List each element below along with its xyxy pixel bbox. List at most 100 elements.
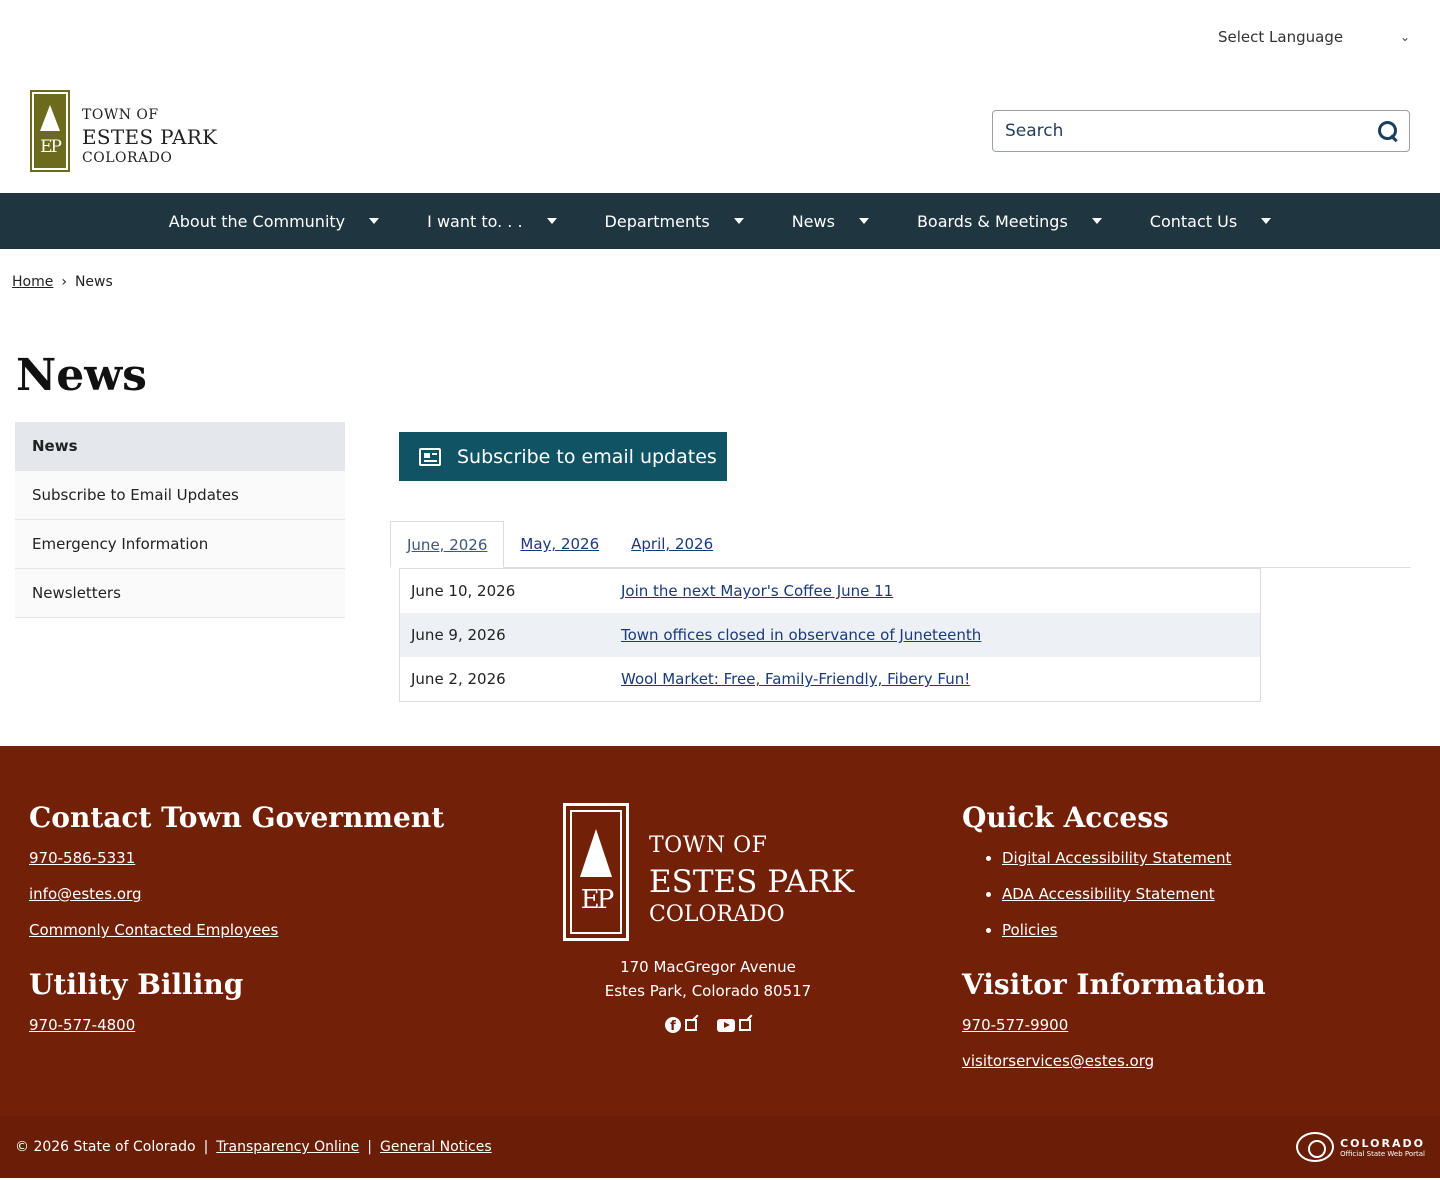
subscribe-button[interactable]: Subscribe to email updates [399,432,727,481]
logo-mark: EP [30,90,70,172]
news-date: June 2, 2026 [411,670,506,688]
footer-logo-mark: EP [563,803,629,941]
tab-april-2026[interactable]: April, 2026 [615,521,729,567]
nav-item-label: I want to. . . [427,211,523,231]
facebook-link[interactable]: f [665,1017,697,1033]
logo-line-1: TOWN OF [82,107,159,123]
quick-access-heading: Quick Access [962,801,1169,834]
list-item: Digital Accessibility Statement [1002,840,1422,876]
breadcrumb-separator: › [61,274,67,290]
general-notices-link[interactable]: General Notices [380,1139,492,1155]
table-row: June 2, 2026 Wool Market: Free, Family-F… [400,657,1260,701]
caret-down-icon[interactable] [369,218,380,224]
news-title-link[interactable]: Town offices closed in observance of Jun… [621,626,981,644]
separator: | [203,1139,209,1155]
subscribe-button-label: Subscribe to email updates [457,445,717,468]
search-box [992,110,1410,152]
colorado-portal-logo[interactable]: COLORADO Official State Web Portal [1296,1132,1425,1162]
nav-item-i-want-to[interactable]: I want to. . . [403,193,580,249]
digital-accessibility-link[interactable]: Digital Accessibility Statement [1002,849,1231,867]
news-date: June 9, 2026 [411,626,506,644]
caret-down-icon[interactable] [1091,218,1102,224]
list-item: ADA Accessibility Statement [1002,876,1422,912]
ada-accessibility-link[interactable]: ADA Accessibility Statement [1002,885,1215,903]
social-links: f [553,1017,863,1033]
nav-item-contact-us[interactable]: Contact Us [1126,193,1295,249]
youtube-icon [717,1018,735,1032]
colorado-logo-icon [1296,1132,1335,1162]
search-input[interactable] [1005,121,1345,141]
address-line-1: 170 MacGregor Avenue [620,958,796,976]
footer-logo-text: TOWN OF ESTES PARK COLORADO [649,833,854,927]
footer-logo-line-1: TOWN OF [649,833,768,858]
utility-phone-link[interactable]: 970-577-4800 [29,1007,509,1043]
town-logo[interactable]: EP TOWN OF ESTES PARK COLORADO [30,90,220,174]
visitor-heading: Visitor Information [962,968,1266,1001]
town-address: 170 MacGregor Avenue Estes Park, Colorad… [553,955,863,1003]
news-date: June 10, 2026 [411,582,516,600]
nav-item-label: Departments [604,211,710,231]
youtube-link[interactable] [717,1017,751,1033]
contact-phone-link[interactable]: 970-586-5331 [29,840,509,876]
facebook-icon: f [665,1017,681,1033]
nav-item-label: About the Community [168,211,346,231]
footer-contact-column: Contact Town Government 970-586-5331 inf… [29,801,509,1043]
sidebar-nav: News Subscribe to Email Updates Emergenc… [15,422,345,618]
nav-item-news[interactable]: News [768,193,893,249]
sidebar-item-newsletters[interactable]: Newsletters [15,569,345,618]
table-row: June 9, 2026 Town offices closed in obse… [400,613,1260,657]
colorado-subtitle: Official State Web Portal [1340,1149,1425,1158]
news-title-link[interactable]: Wool Market: Free, Family-Friendly, Fibe… [621,670,970,688]
quick-access-list: Digital Accessibility Statement ADA Acce… [1002,840,1422,948]
site-header: EP TOWN OF ESTES PARK COLORADO [0,75,1440,193]
site-footer: Contact Town Government 970-586-5331 inf… [0,746,1440,1116]
tree-icon [580,829,612,877]
sidebar-item-news[interactable]: News [15,422,345,471]
external-link-icon [685,1019,697,1031]
nav-item-label: News [791,211,835,231]
footer-bottom-bar: © 2026 State of Colorado | Transparency … [0,1116,1440,1178]
external-link-icon [739,1019,751,1031]
nav-item-boards-meetings[interactable]: Boards & Meetings [893,193,1126,249]
nav-item-label: Contact Us [1149,211,1238,231]
logo-mark-text: EP [40,137,62,157]
copyright-text: © 2026 State of Colorado [15,1139,196,1155]
tab-may-2026[interactable]: May, 2026 [504,521,615,567]
tree-icon [40,105,60,131]
footer-quick-column: Quick Access Digital Accessibility State… [962,801,1422,1079]
nav-item-about[interactable]: About the Community [145,193,403,249]
month-tabs: June, 2026 May, 2026 April, 2026 [390,521,1411,568]
visitor-email-link[interactable]: visitorservices@estes.org [962,1043,1422,1079]
logo-text: TOWN OF ESTES PARK COLORADO [82,107,217,166]
news-title-link[interactable]: Join the next Mayor's Coffee June 11 [621,582,893,600]
colorado-title: COLORADO [1340,1136,1425,1150]
page-title: News [16,350,147,401]
language-select-label: Select Language [1218,28,1344,46]
breadcrumb-home-link[interactable]: Home [12,274,53,290]
utility-heading: Utility Billing [29,968,244,1001]
caret-down-icon[interactable] [1261,218,1272,224]
footer-logo: EP TOWN OF ESTES PARK COLORADO [563,803,863,941]
transparency-link[interactable]: Transparency Online [216,1139,359,1155]
visitor-phone-link[interactable]: 970-577-9900 [962,1007,1422,1043]
address-line-2: Estes Park, Colorado 80517 [604,982,812,1000]
sidebar-item-subscribe[interactable]: Subscribe to Email Updates [15,471,345,520]
main-nav: About the Community I want to. . . Depar… [0,193,1440,249]
policies-link[interactable]: Policies [1002,921,1057,939]
search-icon[interactable] [1377,120,1399,142]
tab-june-2026[interactable]: June, 2026 [390,521,505,568]
nav-item-departments[interactable]: Departments [581,193,768,249]
caret-down-icon[interactable] [858,218,869,224]
list-item: Policies [1002,912,1422,948]
nav-item-label: Boards & Meetings [916,211,1068,231]
employees-link[interactable]: Commonly Contacted Employees [29,912,509,948]
breadcrumb-current: News [74,274,113,290]
caret-down-icon[interactable] [733,218,744,224]
news-table: June 10, 2026 Join the next Mayor's Coff… [399,568,1261,702]
language-select[interactable]: Select Language ⌄ [1204,22,1418,52]
caret-down-icon[interactable] [546,218,557,224]
sidebar-item-emergency[interactable]: Emergency Information [15,520,345,569]
top-bar: Select Language ⌄ [0,0,1440,75]
contact-email-link[interactable]: info@estes.org [29,876,509,912]
table-row: June 10, 2026 Join the next Mayor's Coff… [400,569,1260,613]
